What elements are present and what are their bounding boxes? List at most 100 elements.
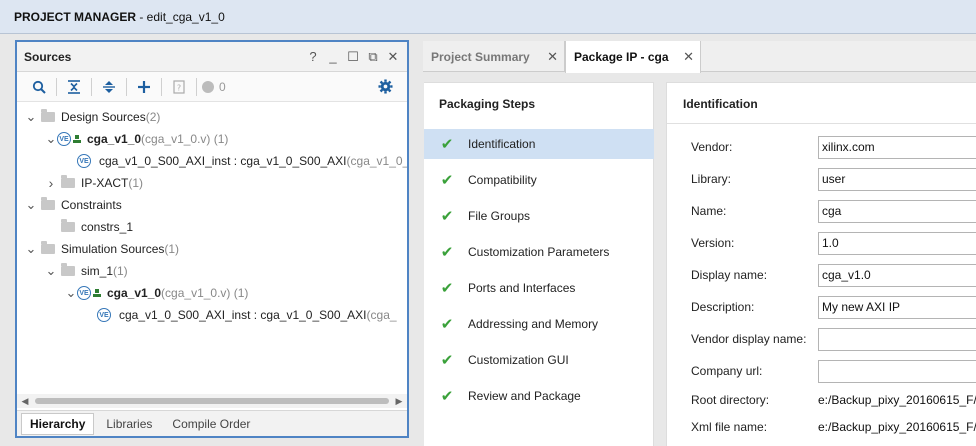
tree-item[interactable]: constrs_1: [45, 216, 133, 238]
form-row: Vendor display name:: [691, 327, 976, 351]
packaging-step[interactable]: ✔ Compatibility: [424, 165, 654, 195]
tab-compile-order[interactable]: Compile Order: [164, 414, 258, 434]
chevron-down-icon[interactable]: ⌄: [25, 198, 37, 211]
chevron-down-icon[interactable]: ⌄: [45, 132, 57, 145]
form-row: Library:: [691, 167, 976, 191]
scrollbar-thumb[interactable]: [35, 398, 389, 404]
top-module-icon: [73, 135, 81, 143]
tree-item-meta: (1): [113, 264, 128, 278]
tree-item-meta: (2): [145, 110, 161, 124]
packaging-step[interactable]: ✔ Customization Parameters: [424, 237, 654, 267]
folder-icon: [61, 263, 75, 276]
verilog-file-icon: VE: [77, 154, 91, 168]
form-row: Version:: [691, 231, 976, 255]
search-icon[interactable]: [25, 75, 53, 99]
packaging-steps-panel: Packaging Steps ✔ Identification ✔ Compatib…: [424, 82, 654, 446]
chevron-down-icon[interactable]: ⌄: [45, 264, 57, 277]
source-tree[interactable]: ⌄ Design Sources (2) ⌄ VE cga_v1_0 (cga_v1_0…: [17, 106, 407, 390]
tree-item-label: cga_v1_0_S00_AXI_inst : cga_v1_0_S00_AXI: [99, 154, 347, 168]
packaging-step[interactable]: ✔ Review and Package: [424, 381, 654, 411]
properties-icon[interactable]: ?: [165, 75, 193, 99]
checkmark-icon: ✔: [440, 316, 454, 333]
tab-package-ip[interactable]: Package IP - cga ✕: [565, 41, 701, 73]
field-input[interactable]: [818, 231, 976, 255]
tree-item[interactable]: ⌄ sim_1 (1): [45, 260, 128, 282]
tree-item-label: constrs_1: [81, 220, 134, 234]
packaging-step[interactable]: ✔ Addressing and Memory: [424, 309, 654, 339]
messages-badge[interactable]: 0: [202, 80, 226, 94]
packaging-steps-title: Packaging Steps: [439, 97, 536, 111]
checkmark-icon: ✔: [440, 388, 454, 405]
field-input[interactable]: [818, 167, 976, 191]
collapse-all-icon[interactable]: [60, 75, 88, 99]
tree-item[interactable]: ⌄ VE cga_v1_0 (cga_v1_0.v) (1): [65, 282, 248, 304]
sources-panel: Sources ? _ ☐ ⧉ ✕ ? 0 ⌄ Design Sources (…: [15, 40, 409, 438]
tree-item-label: cga_v1_0_S00_AXI_inst : cga_v1_0_S00_AXI: [119, 308, 367, 322]
packaging-step[interactable]: ✔ Identification: [424, 129, 654, 159]
expand-all-icon[interactable]: [95, 75, 123, 99]
field-input[interactable]: [818, 359, 976, 383]
tree-item[interactable]: VE cga_v1_0_S00_AXI_inst : cga_v1_0_S00_A…: [85, 304, 397, 326]
field-label: Version:: [691, 236, 735, 250]
readonly-value: e:/Backup_pixy_20160615_F/: [818, 393, 976, 407]
field-label: Description:: [691, 300, 755, 314]
float-icon[interactable]: ⧉: [363, 49, 383, 65]
tree-item-label: Design Sources: [61, 110, 146, 124]
tree-item[interactable]: › IP-XACT (1): [45, 172, 143, 194]
scroll-right-icon[interactable]: ▶: [393, 394, 405, 408]
window-title: PROJECT MANAGER - edit_cga_v1_0: [14, 9, 225, 24]
packaging-step-label: File Groups: [468, 209, 531, 223]
tree-item[interactable]: ⌄ VE cga_v1_0 (cga_v1_0.v) (1): [45, 128, 228, 150]
packaging-step-label: Compatibility: [468, 173, 537, 187]
packaging-step[interactable]: ✔ Ports and Interfaces: [424, 273, 654, 303]
field-label: Vendor display name:: [691, 332, 807, 346]
verilog-file-icon: VE: [97, 308, 111, 322]
maximize-icon[interactable]: ☐: [343, 49, 363, 65]
chevron-right-icon[interactable]: ›: [45, 175, 57, 191]
close-tab-icon[interactable]: ✕: [683, 49, 694, 65]
help-icon[interactable]: ?: [303, 49, 323, 64]
tree-item-meta: (1): [128, 176, 144, 190]
checkmark-icon: ✔: [440, 352, 454, 369]
field-label: Xml file name:: [691, 420, 768, 434]
form-row: Name:: [691, 199, 976, 223]
checkmark-icon: ✔: [440, 208, 454, 225]
close-icon[interactable]: ✕: [383, 49, 403, 65]
tree-item-meta: (cga_v1_0_: [346, 154, 407, 168]
gear-icon[interactable]: [371, 75, 399, 99]
chevron-down-icon[interactable]: ⌄: [25, 242, 37, 255]
field-input[interactable]: [818, 135, 976, 159]
field-input[interactable]: [818, 327, 976, 351]
packaging-step-label: Customization GUI: [468, 353, 569, 367]
chevron-down-icon[interactable]: ⌄: [25, 110, 37, 123]
field-input[interactable]: [818, 263, 976, 287]
close-tab-icon[interactable]: ✕: [547, 49, 558, 65]
field-input[interactable]: [818, 199, 976, 223]
minimize-icon[interactable]: _: [323, 49, 343, 64]
tree-item[interactable]: VE cga_v1_0_S00_AXI_inst : cga_v1_0_S00_A…: [65, 150, 407, 172]
chevron-down-icon[interactable]: ⌄: [65, 286, 77, 299]
packaging-step-label: Ports and Interfaces: [468, 281, 576, 295]
tree-item-label: Simulation Sources: [61, 242, 165, 256]
packaging-step-label: Addressing and Memory: [468, 317, 599, 331]
folder-icon: [41, 197, 55, 210]
tree-item[interactable]: ⌄ Simulation Sources (1): [25, 238, 179, 260]
folder-icon: [61, 175, 75, 188]
add-sources-icon[interactable]: [130, 75, 158, 99]
tab-hierarchy[interactable]: Hierarchy: [21, 412, 95, 435]
field-input[interactable]: [818, 295, 976, 319]
identification-title: Identification: [683, 97, 758, 111]
tree-item[interactable]: ⌄ Design Sources (2): [25, 106, 160, 128]
packaging-step[interactable]: ✔ File Groups: [424, 201, 654, 231]
tree-item-meta: (1): [164, 242, 180, 256]
packaging-step[interactable]: ✔ Customization GUI: [424, 345, 654, 375]
sources-header: Sources ? _ ☐ ⧉ ✕: [17, 42, 407, 72]
folder-icon: [41, 109, 55, 122]
tree-item[interactable]: ⌄ Constraints: [25, 194, 122, 216]
checkmark-icon: ✔: [440, 172, 454, 189]
horizontal-scrollbar[interactable]: ◀ ▶: [17, 394, 407, 408]
tab-project-summary[interactable]: Project Summary ✕: [423, 41, 565, 72]
form-row: Company url:: [691, 359, 976, 383]
tab-libraries[interactable]: Libraries: [98, 414, 160, 434]
scroll-left-icon[interactable]: ◀: [19, 394, 31, 408]
